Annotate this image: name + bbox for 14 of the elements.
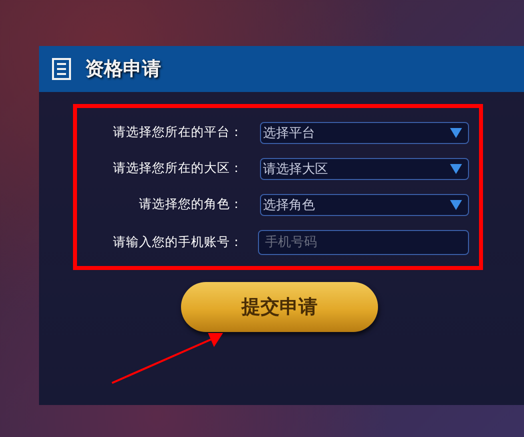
caret-icon	[450, 128, 462, 138]
dropdown[interactable]: 请选择大区	[260, 158, 469, 180]
submit-button[interactable]: 提交申请	[181, 282, 378, 332]
caret-icon	[450, 164, 462, 174]
panel-title: 资格申请	[85, 57, 161, 82]
field-label: 请选择您的角色：	[138, 196, 243, 213]
input-field[interactable]: 手机号码	[258, 230, 469, 254]
dropdown[interactable]: 选择平台	[260, 122, 469, 144]
field-label: 请选择您所在的平台：	[112, 124, 243, 141]
dropdown[interactable]: 选择角色	[260, 194, 469, 216]
field-label: 请选择您所在的大区：	[112, 160, 243, 177]
document-icon	[52, 58, 71, 80]
caret-icon	[450, 200, 462, 210]
field-label: 请输入您的手机账号：	[112, 234, 243, 250]
